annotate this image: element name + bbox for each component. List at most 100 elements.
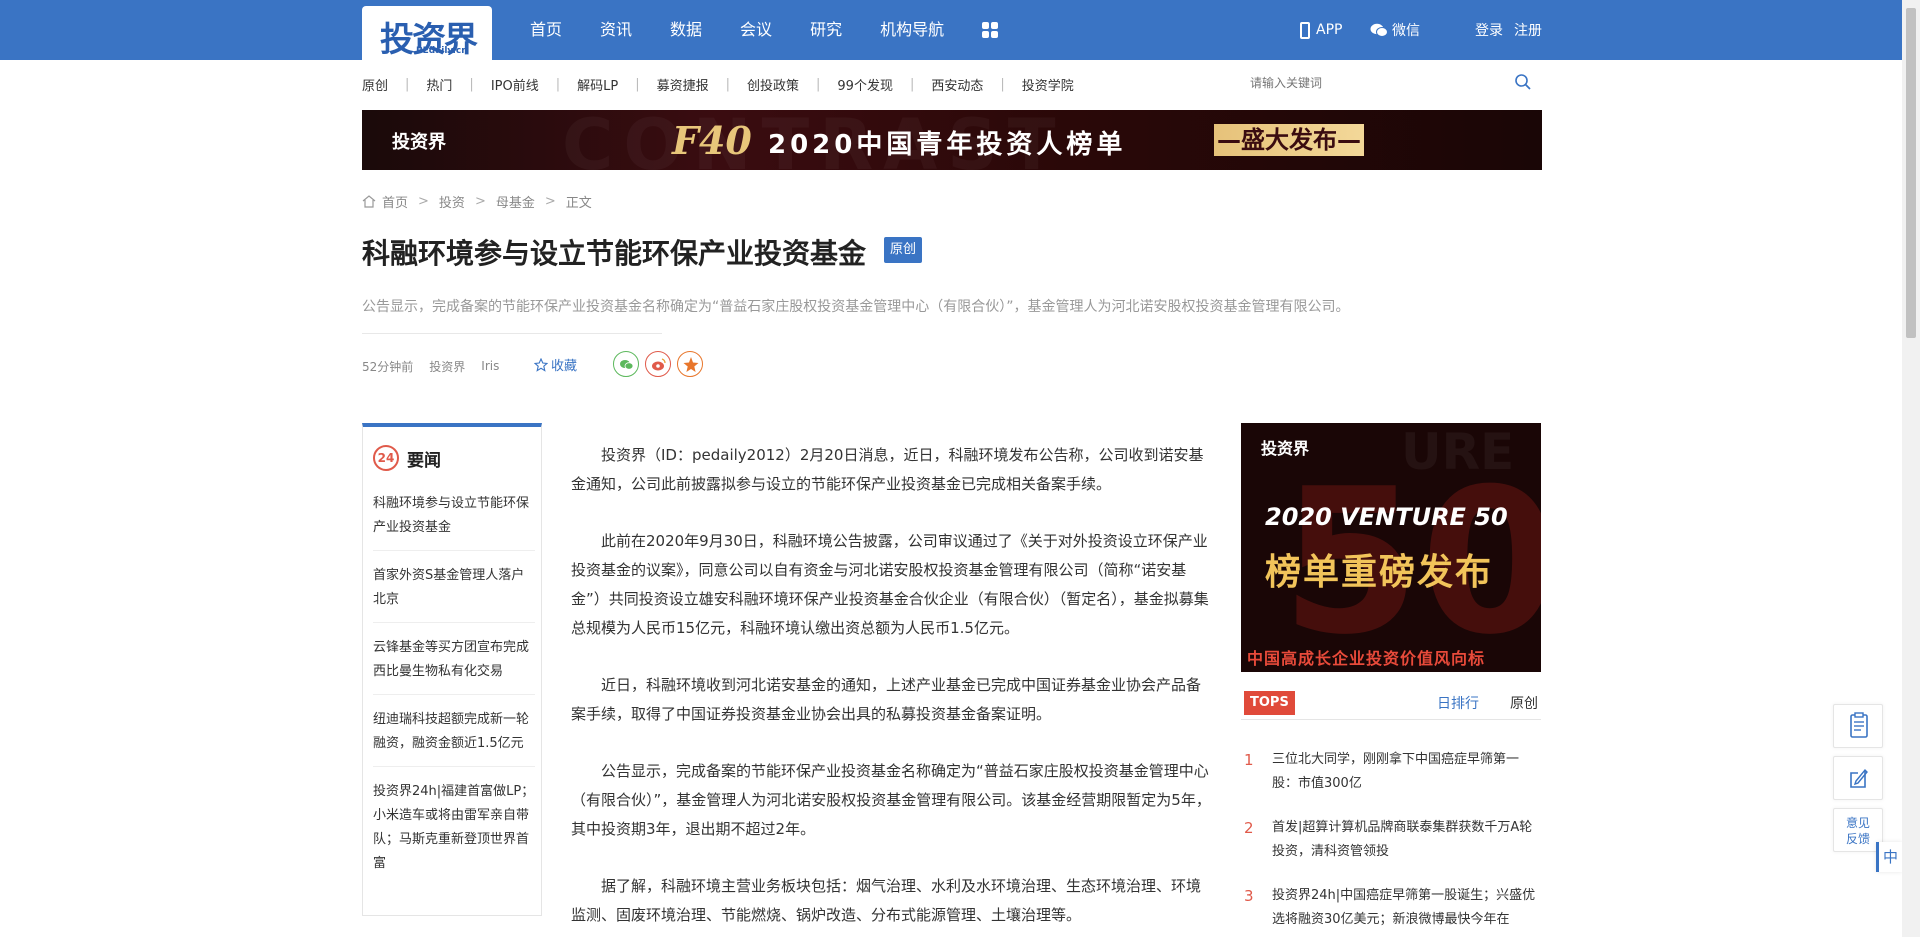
tops-header: TOPS 日排行 原创	[1241, 690, 1541, 720]
article-paragraph: 据了解，科融环境主营业务板块包括：烟气治理、水利及水环境治理、生态环境治理、环境…	[571, 877, 1202, 924]
wechat-label: 微信	[1392, 23, 1420, 39]
wechat-link[interactable]: 微信	[1370, 0, 1420, 60]
article-title: 科融环境参与设立节能环保产业投资基金	[362, 237, 867, 270]
breadcrumb-fof[interactable]: 母基金	[496, 192, 535, 211]
tops-text: 三位北大同学，刚刚拿下中国癌症早筛第一股：市值300亿	[1272, 752, 1520, 791]
nav-item-home[interactable]: 首页	[530, 0, 562, 60]
banner-logo: 投资界	[392, 132, 446, 152]
tab-original[interactable]: 原创	[1510, 693, 1538, 713]
tops-item[interactable]: 1 三位北大同学，刚刚拿下中国癌症早筛第一股：市值300亿	[1244, 748, 1544, 816]
feedback-label-1: 意见	[1845, 816, 1870, 830]
subnav-item-lp[interactable]: 解码LP	[577, 75, 618, 94]
news24-item[interactable]: 科融环境参与设立节能环保产业投资基金	[373, 492, 535, 551]
news24-icon: 24	[373, 445, 399, 471]
tops-item[interactable]: 3 投资界24h|中国癌症早筛第一股诞生；兴盛优选将融资30亿美元；新浪微博最快…	[1244, 884, 1544, 937]
edit-button[interactable]	[1833, 756, 1883, 800]
article-author[interactable]: Iris	[481, 359, 499, 373]
tops-item[interactable]: 2 首发|超算计算机品牌商联泰集群获数千万A轮投资，清科资管领投	[1244, 816, 1544, 884]
news24-list: 科融环境参与设立节能环保产业投资基金 首家外资S基金管理人落户北京 云锋基金等买…	[373, 492, 535, 899]
article-summary: 公告显示，完成备案的节能环保产业投资基金名称确定为“普益石家庄股权投资基金管理中…	[362, 299, 1350, 315]
ad-logo: 投资界	[1261, 439, 1310, 458]
tops-rank: 3	[1244, 887, 1254, 905]
subnav-item-hot[interactable]: 热门	[426, 75, 452, 94]
logo-subtext: PEdaily.cn	[416, 46, 468, 56]
venture50-ad[interactable]: 50 URE 投资界 2020 VENTURE 50 榜单重磅发布 中国高成长企…	[1241, 423, 1541, 672]
breadcrumb: 首页 > 投资 > 母基金 > 正文	[362, 191, 592, 211]
breadcrumb-current: 正文	[565, 195, 592, 211]
app-link[interactable]: APP	[1300, 0, 1342, 60]
page-scrollbar[interactable]	[1902, 0, 1920, 937]
edit-icon	[1850, 768, 1868, 788]
ad-line-3: 中国高成长企业投资价值风向标	[1247, 649, 1486, 668]
news24-title: 要闻	[407, 450, 441, 471]
news24-item[interactable]: 纽迪瑞科技超额完成新一轮融资，融资金额近1.5亿元	[373, 708, 535, 767]
subnav-item-fundraising[interactable]: 募资捷报	[657, 75, 709, 94]
banner-f40: F40	[672, 118, 752, 163]
site-logo[interactable]: 投资界 PEdaily.cn	[362, 6, 492, 60]
ad-bg-word: URE	[1401, 423, 1515, 481]
subnav-item-99[interactable]: 99个发现	[837, 75, 893, 94]
article-paragraph: 近日，科融环境收到河北诺安基金的通知，上述产业基金已完成中国证券基金业协会产品备…	[571, 676, 1202, 723]
subnav-item-policy[interactable]: 创投政策	[747, 75, 799, 94]
nav-item-conference[interactable]: 会议	[740, 0, 772, 60]
subnav-item-ipo[interactable]: IPO前线	[491, 75, 539, 94]
article-paragraph: 投资界（ID：pedaily2012）2月20日消息，近日，科融环境发布公告称，…	[571, 446, 1204, 493]
top-navbar: 投资界 PEdaily.cn 首页 资讯 数据 会议 研究 机构导航 APP 微…	[0, 0, 1902, 60]
article-paragraph: 公告显示，完成备案的节能环保产业投资基金名称确定为“普益石家庄股权投资基金管理中…	[571, 762, 1211, 838]
nav-item-research[interactable]: 研究	[810, 0, 842, 60]
feedback-label-2: 反馈	[1845, 832, 1870, 846]
top-banner-ad[interactable]: CONTRAST 投资界 F40 2020中国青年投资人榜单 —盛大发布—	[362, 110, 1542, 170]
favorite-button[interactable]: 收藏	[534, 355, 577, 374]
language-toggle[interactable]: 中	[1876, 842, 1902, 872]
article-source[interactable]: 投资界	[429, 358, 465, 375]
star-icon	[534, 357, 548, 372]
tops-text: 首发|超算计算机品牌商联泰集群获数千万A轮投资，清科资管领投	[1272, 820, 1533, 859]
nav-item-news[interactable]: 资讯	[600, 0, 632, 60]
news24-item[interactable]: 首家外资S基金管理人落户北京	[373, 564, 535, 623]
news24-header: 24 要闻	[373, 445, 441, 471]
tops-text: 投资界24h|中国癌症早筛第一股诞生；兴盛优选将融资30亿美元；新浪微博最快今年…	[1272, 888, 1536, 927]
share-wechat-icon[interactable]	[613, 351, 639, 377]
news24-item[interactable]: 投资界24h|福建首富做LP；小米造车或将由雷军亲自带队；马斯克重新登顶世界首富	[373, 780, 535, 886]
clipboard-icon	[1850, 712, 1868, 738]
publish-time: 52分钟前	[362, 359, 414, 374]
favorite-label: 收藏	[551, 359, 578, 374]
register-link[interactable]: 注册	[1514, 0, 1542, 60]
breadcrumb-home[interactable]: 首页	[382, 192, 408, 211]
search-box	[1250, 70, 1540, 96]
nav-item-institutions[interactable]: 机构导航	[880, 0, 944, 60]
article-paragraph: 此前在2020年9月30日，科融环境公告披露，公司审议通过了《关于对外投资设立环…	[571, 532, 1209, 637]
article-meta: 52分钟前 投资界 Iris	[362, 356, 515, 376]
ad-line-2: 榜单重磅发布	[1265, 552, 1494, 593]
article-body: 投资界（ID：pedaily2012）2月20日消息，近日，科融环境发布公告称，…	[571, 441, 1211, 937]
apps-grid-icon[interactable]	[982, 22, 999, 38]
banner-title: 2020中国青年投资人榜单	[768, 130, 1127, 160]
wechat-icon	[1370, 23, 1388, 37]
divider	[362, 333, 662, 334]
scrollbar-thumb[interactable]	[1906, 8, 1916, 338]
share-qzone-icon[interactable]	[677, 351, 703, 377]
share-weibo-icon[interactable]	[645, 351, 671, 377]
tops-rank: 2	[1244, 819, 1254, 837]
main-nav: 首页 资讯 数据 会议 研究 机构导航	[530, 0, 999, 60]
phone-icon	[1300, 21, 1310, 39]
search-input[interactable]	[1250, 70, 1490, 96]
search-icon[interactable]	[1514, 73, 1532, 91]
subnav-item-original[interactable]: 原创	[362, 75, 388, 94]
banner-tag: —盛大发布—	[1214, 124, 1364, 156]
breadcrumb-invest[interactable]: 投资	[439, 192, 465, 211]
nav-item-data[interactable]: 数据	[670, 0, 702, 60]
tops-tag: TOPS	[1244, 691, 1295, 715]
news24-sidebar: 24 要闻 科融环境参与设立节能环保产业投资基金 首家外资S基金管理人落户北京 …	[362, 423, 542, 916]
subnav-item-academy[interactable]: 投资学院	[1022, 75, 1074, 94]
tops-rank: 1	[1244, 751, 1254, 769]
sub-nav: 原创 | 热门 | IPO前线 | 解码LP | 募资捷报 | 创投政策 | 99个发现 | …	[362, 75, 1074, 94]
ad-line-1: 2020 VENTURE 50	[1265, 503, 1508, 531]
original-badge: 原创	[884, 237, 923, 263]
app-label: APP	[1316, 22, 1343, 38]
tab-daily-ranking[interactable]: 日排行	[1437, 693, 1479, 713]
subnav-item-xian[interactable]: 西安动态	[931, 75, 983, 94]
login-link[interactable]: 登录	[1475, 0, 1503, 60]
news24-item[interactable]: 云锋基金等买方团宣布完成西比曼生物私有化交易	[373, 636, 535, 695]
clipboard-button[interactable]	[1833, 704, 1883, 748]
